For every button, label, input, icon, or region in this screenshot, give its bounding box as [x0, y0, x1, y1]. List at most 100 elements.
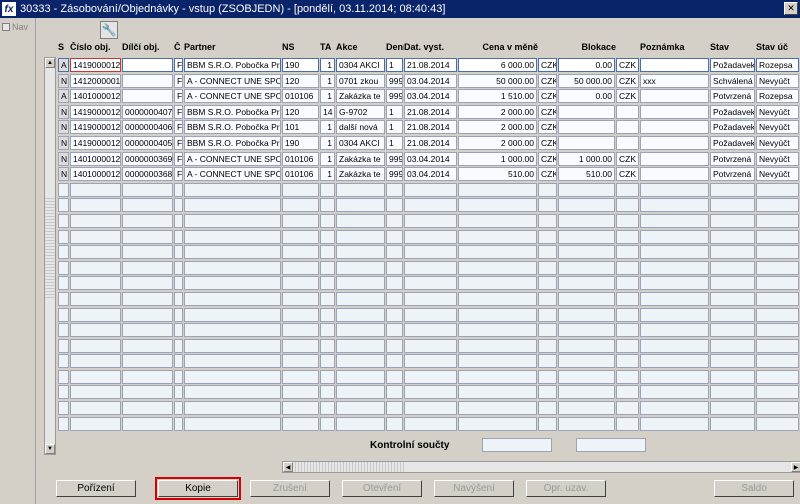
cell-accounting-state[interactable] [756, 182, 799, 197]
cell-action[interactable] [336, 245, 385, 260]
cell-blocking[interactable]: 1 000.00 [558, 151, 615, 166]
cell-state[interactable]: Požadavek [710, 120, 755, 135]
cell-blocking[interactable] [558, 245, 615, 260]
cell-issue-date[interactable] [404, 307, 457, 322]
cell-blocking[interactable]: 50 000.00 [558, 73, 615, 88]
cell-price[interactable] [458, 385, 537, 400]
cell-status[interactable]: N [58, 167, 69, 182]
table-row[interactable]: N 1401000012 0000000368 F A - CONNECT UNE SP… [58, 167, 800, 183]
cell-blocking-currency[interactable] [616, 307, 639, 322]
table-row[interactable]: N 1412000001 F A - CONNECT UNE SPOL 120 1 0701… [58, 73, 800, 90]
cell-price[interactable] [458, 198, 537, 213]
cell-status[interactable] [58, 323, 69, 338]
cell-issue-date[interactable]: 03.04.2014 [404, 73, 457, 88]
cell-issue-date[interactable] [404, 182, 457, 197]
cell-note[interactable] [640, 416, 709, 431]
cell-issue-date[interactable]: 03.04.2014 [404, 151, 457, 166]
cell-ns[interactable]: 101 [282, 120, 319, 135]
cell-price[interactable] [458, 291, 537, 306]
cell-action[interactable] [336, 291, 385, 306]
cell-partner[interactable]: A - CONNECT UNE SPOL [184, 89, 281, 104]
cell-ns[interactable] [282, 276, 319, 291]
cell-order-number[interactable]: 1401000012 [70, 167, 121, 182]
empty-table-row[interactable] [58, 182, 800, 199]
cell-order-number[interactable] [70, 354, 121, 369]
cell-price[interactable] [458, 260, 537, 275]
cell-note[interactable] [640, 338, 709, 353]
table-row[interactable]: N 1419000012 0000000405 F BBM S.R.O. Pobočka… [58, 135, 800, 152]
cell-status[interactable]: N [58, 73, 69, 88]
cell-ns[interactable] [282, 416, 319, 431]
cell-action[interactable] [336, 354, 385, 369]
scroll-left-arrow-icon[interactable]: ◀ [283, 462, 293, 472]
cell-type[interactable] [174, 182, 183, 197]
cell-state[interactable] [710, 307, 755, 322]
cell-blocking[interactable] [558, 198, 615, 213]
cell-ta[interactable] [320, 198, 335, 213]
cell-ns[interactable] [282, 307, 319, 322]
cell-ns[interactable] [282, 291, 319, 306]
cell-action[interactable] [336, 307, 385, 322]
cell-price[interactable]: 1 510.00 [458, 89, 537, 104]
cell-day[interactable] [386, 385, 403, 400]
cell-ns[interactable]: 120 [282, 104, 319, 119]
cell-currency[interactable] [538, 213, 557, 228]
cell-issue-date[interactable] [404, 369, 457, 384]
cell-currency[interactable] [538, 401, 557, 416]
cell-currency[interactable] [538, 260, 557, 275]
cell-blocking-currency[interactable] [616, 323, 639, 338]
cell-action[interactable] [336, 338, 385, 353]
cell-ns[interactable] [282, 401, 319, 416]
cell-price[interactable] [458, 213, 537, 228]
cell-type[interactable] [174, 416, 183, 431]
cell-ta[interactable] [320, 291, 335, 306]
cell-blocking-currency[interactable] [616, 401, 639, 416]
cell-ta[interactable]: 1 [320, 89, 335, 104]
cell-order-number[interactable] [70, 416, 121, 431]
cell-blocking-currency[interactable] [616, 291, 639, 306]
cell-day[interactable] [386, 291, 403, 306]
cell-action[interactable]: 0701 zkou [336, 73, 385, 88]
cell-price[interactable] [458, 354, 537, 369]
cell-ns[interactable]: 190 [282, 135, 319, 150]
cell-partner[interactable] [184, 401, 281, 416]
cell-sub-order[interactable] [122, 245, 173, 260]
cell-sub-order[interactable]: 0000000368 [122, 167, 173, 182]
cell-blocking[interactable] [558, 323, 615, 338]
cell-blocking-currency[interactable]: CZK [616, 89, 639, 104]
cell-type[interactable]: F [174, 120, 183, 135]
vertical-scrollbar[interactable]: ▲ ▼ [44, 57, 56, 455]
cell-partner[interactable] [184, 354, 281, 369]
cell-ta[interactable] [320, 182, 335, 197]
wrench-icon[interactable]: 🔧 [100, 21, 118, 39]
cell-blocking-currency[interactable] [616, 213, 639, 228]
cell-blocking-currency[interactable]: CZK [616, 73, 639, 88]
cell-blocking[interactable]: 0.00 [558, 58, 615, 72]
cell-issue-date[interactable] [404, 229, 457, 244]
cell-ns[interactable] [282, 323, 319, 338]
cell-currency[interactable] [538, 245, 557, 260]
cell-order-number[interactable]: 1401000012 [70, 89, 121, 104]
cell-order-number[interactable]: 1401000012 [70, 151, 121, 166]
cell-currency[interactable]: CZK [538, 120, 557, 135]
cell-type[interactable] [174, 276, 183, 291]
cell-price[interactable]: 2 000.00 [458, 104, 537, 119]
cell-issue-date[interactable] [404, 385, 457, 400]
nav-toggle[interactable]: Nav [2, 22, 35, 32]
cell-accounting-state[interactable] [756, 369, 799, 384]
cell-ta[interactable] [320, 401, 335, 416]
cell-issue-date[interactable] [404, 276, 457, 291]
cell-order-number[interactable]: 1419000012 [70, 58, 121, 72]
cell-state[interactable] [710, 213, 755, 228]
cell-sub-order[interactable] [122, 338, 173, 353]
cell-issue-date[interactable] [404, 323, 457, 338]
cell-order-number[interactable] [70, 229, 121, 244]
cell-blocking[interactable]: 0.00 [558, 89, 615, 104]
cell-ta[interactable] [320, 323, 335, 338]
cell-state[interactable]: Požadavek [710, 135, 755, 150]
cancel-button[interactable]: Zrušení [250, 480, 330, 497]
cell-note[interactable] [640, 182, 709, 197]
empty-table-row[interactable] [58, 323, 800, 339]
cell-ta[interactable] [320, 354, 335, 369]
cell-accounting-state[interactable]: Rozepsa [756, 89, 799, 104]
